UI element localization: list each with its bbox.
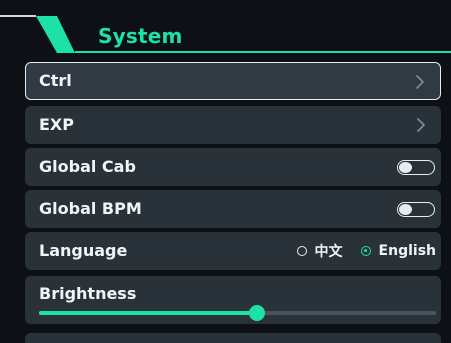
menu-item-global-cab: Global Cab	[25, 148, 441, 186]
chevron-right-icon	[417, 118, 425, 132]
menu-item-brightness-label: Brightness	[39, 284, 137, 303]
menu-item-global-cab-label: Global Cab	[39, 157, 136, 176]
menu-item-brightness: Brightness	[25, 276, 441, 324]
language-option-chinese[interactable]: 中文	[296, 241, 343, 261]
menu-item-exp-label: EXP	[39, 115, 74, 134]
menu-item-ctrl[interactable]: Ctrl	[25, 62, 441, 100]
language-option-english-label: English	[378, 243, 436, 259]
global-cab-toggle[interactable]	[397, 160, 435, 175]
menu-item-ctrl-label: Ctrl	[39, 71, 72, 90]
global-bpm-toggle[interactable]	[397, 202, 435, 217]
language-option-chinese-label: 中文	[314, 244, 343, 260]
menu-item-partial	[25, 333, 441, 343]
menu-item-exp[interactable]: EXP	[25, 106, 441, 144]
brightness-slider[interactable]	[39, 305, 436, 321]
system-settings-screen: System Ctrl EXP Global Cab Global BPM La…	[0, 0, 451, 343]
toggle-knob	[399, 203, 412, 215]
menu-item-global-bpm: Global BPM	[25, 190, 441, 228]
radio-unselected-icon	[296, 246, 307, 256]
radio-selected-icon	[360, 246, 371, 256]
toggle-knob	[399, 161, 412, 173]
brightness-slider-fill	[39, 311, 258, 315]
menu-item-language-label: Language	[39, 241, 128, 260]
menu-item-global-bpm-label: Global BPM	[39, 199, 142, 218]
header-tab-shape	[0, 15, 451, 54]
brightness-slider-thumb[interactable]	[249, 305, 266, 321]
page-title: System	[98, 24, 183, 48]
menu-item-language: Language 中文 English	[25, 232, 441, 270]
header: System	[0, 0, 451, 58]
language-radio-group: 中文 English	[279, 241, 436, 261]
language-option-english[interactable]: English	[360, 243, 436, 259]
chevron-right-icon	[416, 75, 424, 89]
